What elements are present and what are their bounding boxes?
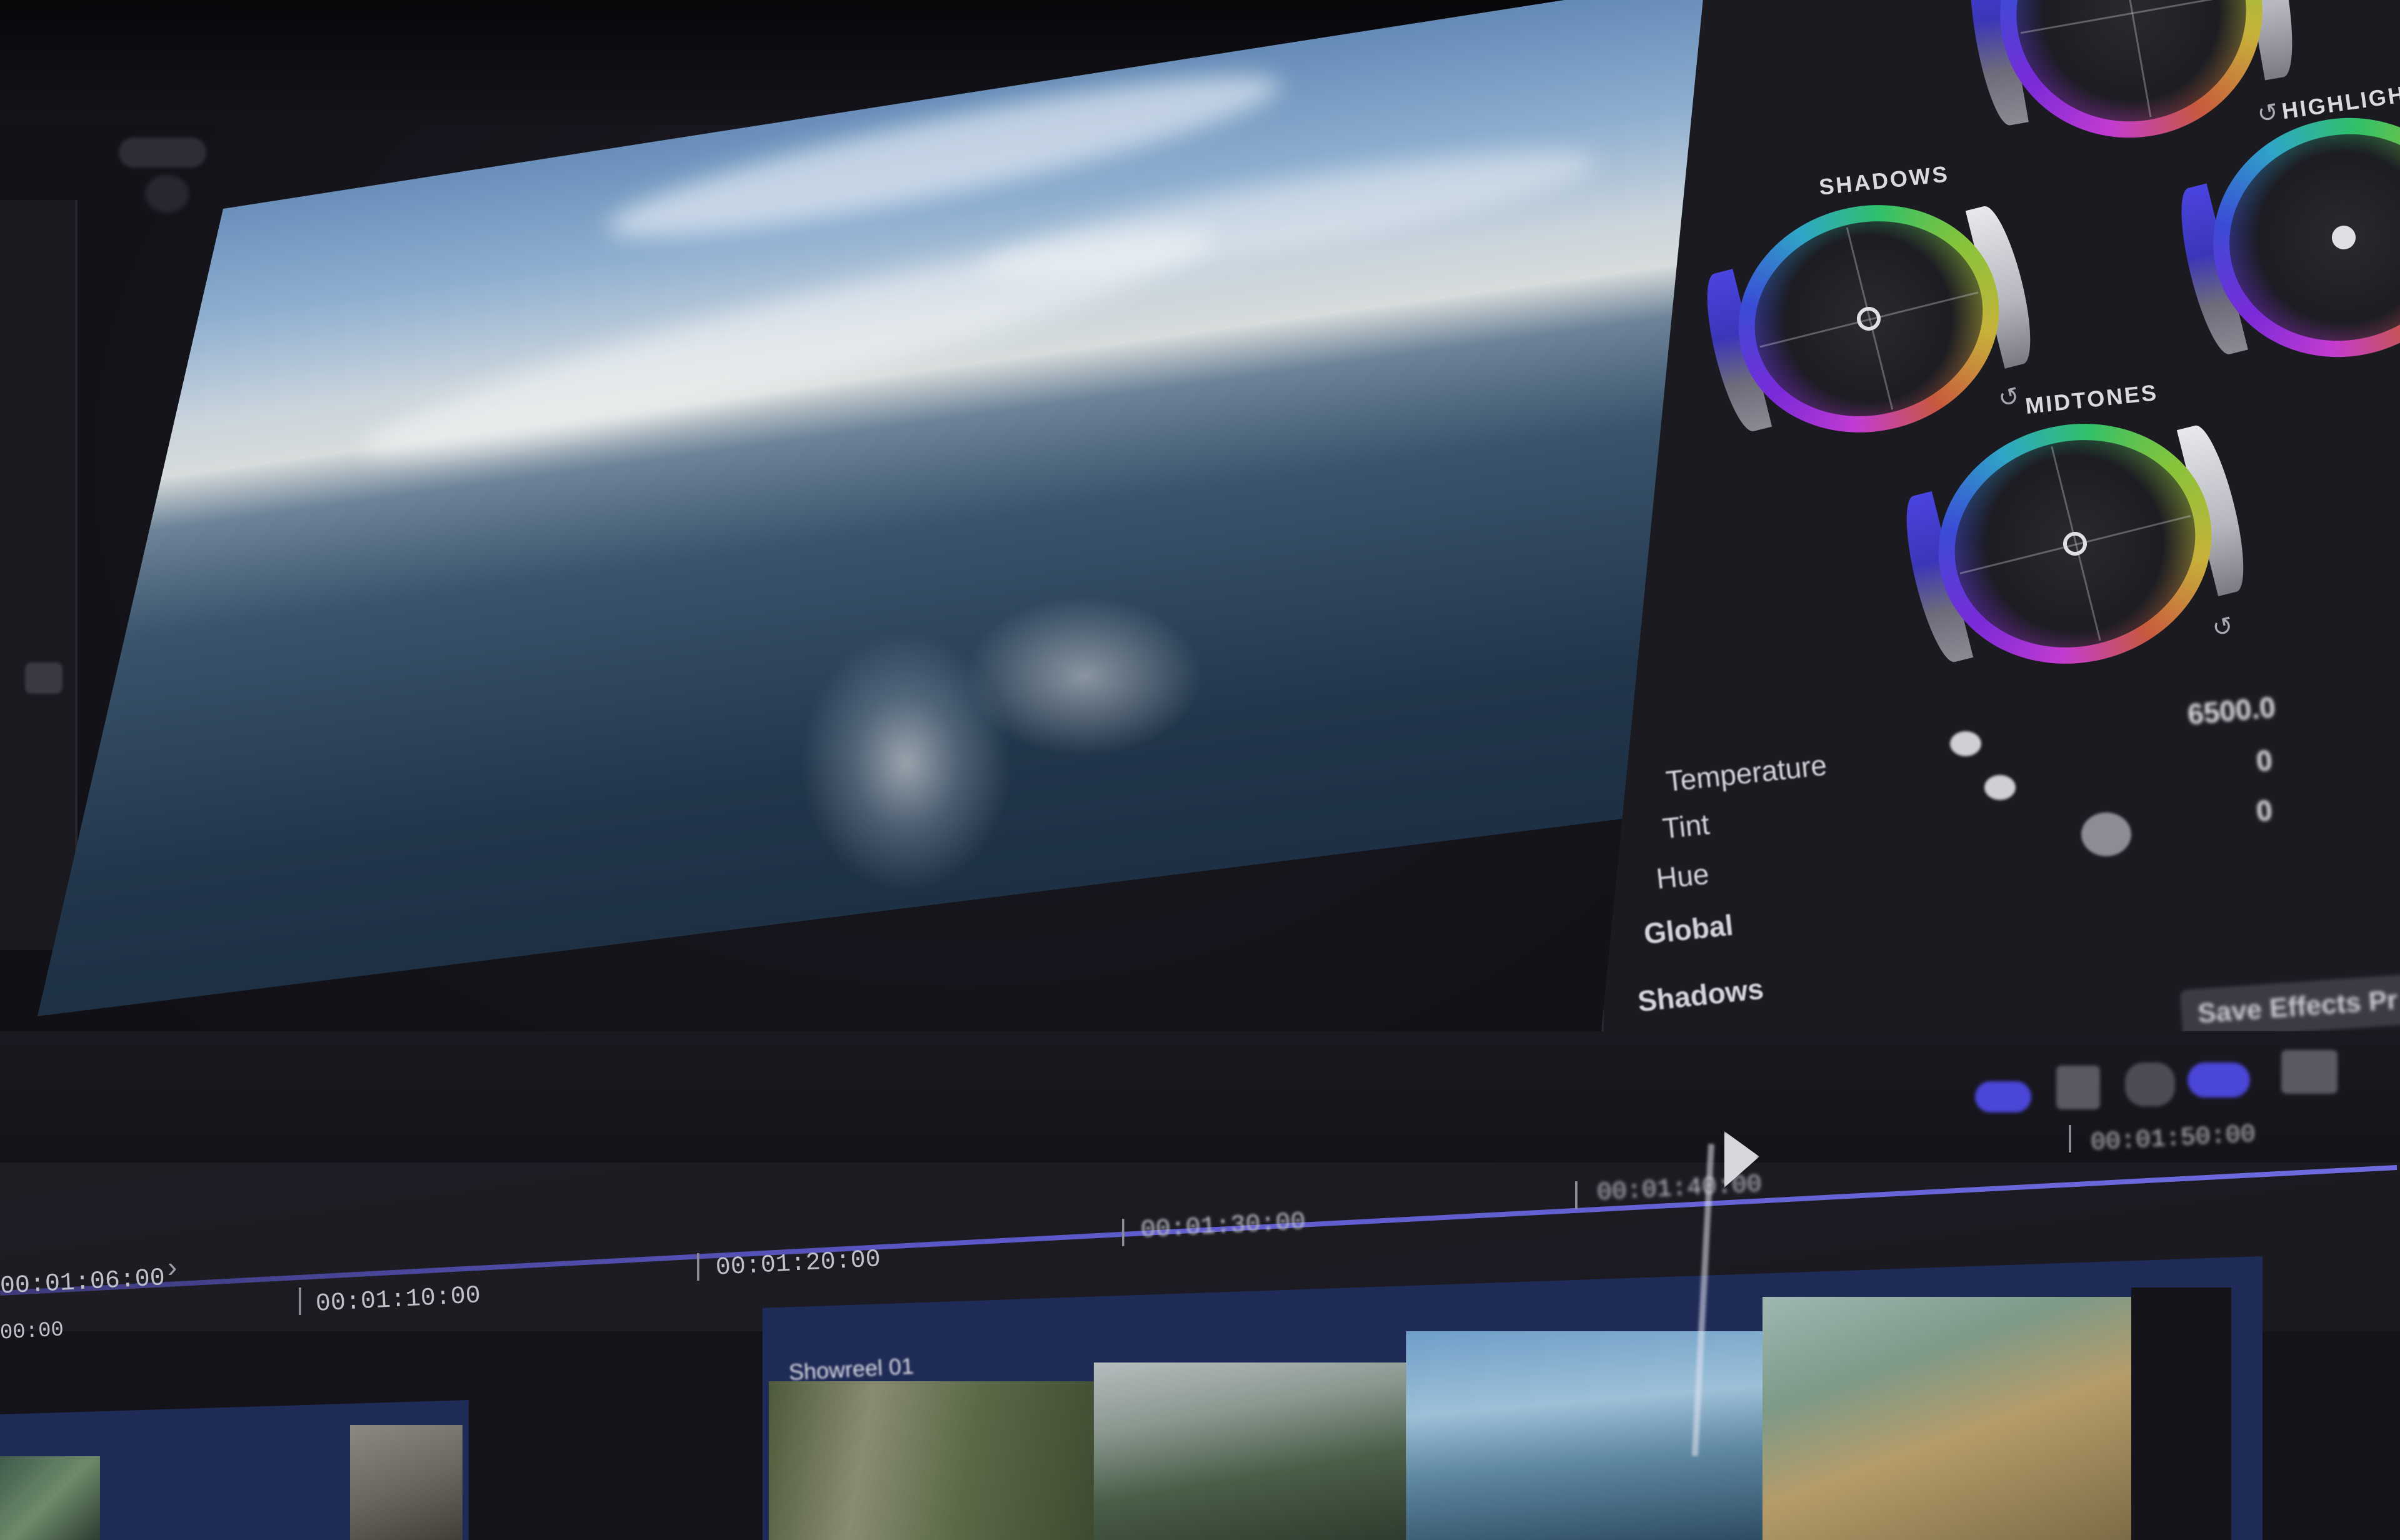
sun-reflection bbox=[800, 631, 1012, 894]
view-options-icon[interactable] bbox=[145, 175, 189, 212]
left-panel-button[interactable] bbox=[25, 662, 62, 694]
tint-slider-knob[interactable] bbox=[1984, 775, 2016, 800]
hue-label: Hue bbox=[1654, 857, 1711, 896]
ruler-tick bbox=[1122, 1219, 1124, 1246]
clip-thumbnail bbox=[350, 1425, 462, 1540]
tool-zoom-button[interactable] bbox=[2125, 1062, 2175, 1106]
tint-label: Tint bbox=[1661, 808, 1711, 845]
tool-blade-button[interactable] bbox=[2056, 1066, 2100, 1109]
hue-value[interactable]: 0 bbox=[2255, 793, 2274, 828]
clip-thumbnail bbox=[769, 1381, 1094, 1540]
hue-slider-knob[interactable] bbox=[2081, 812, 2131, 856]
clip-thumbnail bbox=[0, 1456, 100, 1540]
chevron-right-icon[interactable]: › bbox=[168, 1250, 177, 1284]
video-viewer[interactable] bbox=[38, 0, 1725, 1016]
tool-view-button[interactable] bbox=[2281, 1050, 2338, 1094]
view-toggle-button[interactable] bbox=[119, 138, 206, 168]
clip-thumbnail-empty bbox=[2131, 1288, 2231, 1540]
ruler-tick bbox=[299, 1288, 301, 1315]
ruler-tick bbox=[2069, 1125, 2071, 1152]
ruler-tick bbox=[1575, 1181, 1578, 1209]
tool-snap-button[interactable] bbox=[2188, 1062, 2250, 1098]
clip-thumbnail bbox=[1406, 1331, 1762, 1540]
timeline-toolbar bbox=[0, 1031, 2400, 1144]
clip-thumbnail bbox=[1762, 1297, 2131, 1540]
ruler-tick bbox=[697, 1253, 699, 1281]
left-panel bbox=[0, 200, 78, 950]
editor-scene: ⤢ ↺ SHADOWS ↺ HIGHLIGHTS MIDTONES bbox=[0, 0, 2400, 1540]
tool-select-button[interactable] bbox=[1975, 1081, 2031, 1112]
temperature-slider-knob[interactable] bbox=[1950, 731, 1981, 756]
tint-value[interactable]: 0 bbox=[2255, 743, 2274, 778]
clip-thumbnail bbox=[1094, 1362, 1406, 1540]
timecode-label: 00:00 bbox=[0, 1318, 64, 1346]
